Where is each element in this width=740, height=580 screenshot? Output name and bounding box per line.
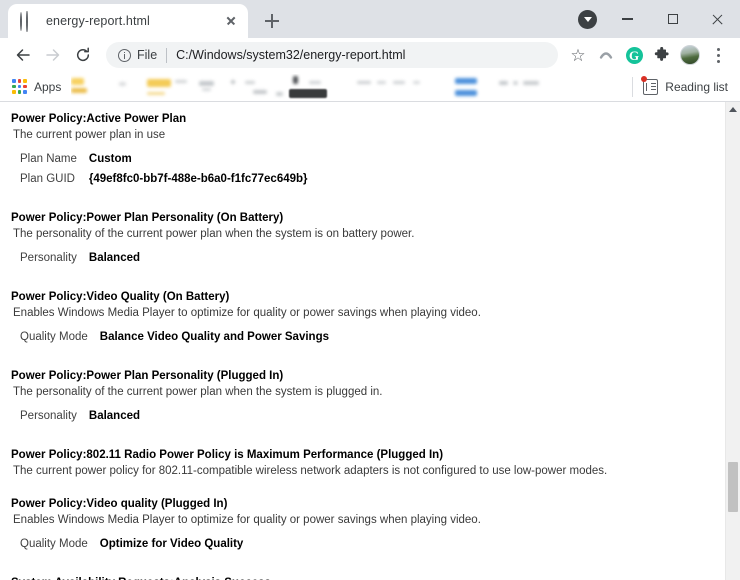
info-icon[interactable] <box>118 48 131 62</box>
minimize-button[interactable] <box>605 0 650 38</box>
address-bar[interactable]: File C:/Windows/system32/energy-report.h… <box>106 42 558 68</box>
table-row: Personality Balanced <box>0 248 140 268</box>
profile-avatar[interactable] <box>676 41 704 69</box>
caret-icon[interactable] <box>592 41 620 69</box>
close-window-button[interactable] <box>695 0 740 38</box>
row-key: Plan GUID <box>20 173 75 185</box>
section-title: Power Policy:Video quality (Plugged In) <box>11 498 228 510</box>
notification-dot <box>641 76 648 82</box>
grammarly-icon[interactable]: G <box>620 41 648 69</box>
blurred-bookmark-items[interactable] <box>71 74 628 100</box>
reload-button[interactable] <box>68 40 98 70</box>
row-value: Custom <box>88 153 132 165</box>
report-section: Power Policy:Power Plan Personality (Plu… <box>0 369 725 426</box>
forward-arrow-icon <box>46 49 60 61</box>
back-button[interactable] <box>8 40 38 70</box>
row-key: Quality Mode <box>20 331 88 343</box>
section-table: Quality Mode Optimize for Video Quality <box>0 534 243 554</box>
section-description: The personality of the current power pla… <box>13 228 415 240</box>
reading-list-icon <box>641 76 659 95</box>
maximize-icon <box>667 14 678 24</box>
url-text: C:/Windows/system32/energy-report.html <box>176 48 406 62</box>
section-title: Power Policy:Video Quality (On Battery) <box>11 291 230 303</box>
table-row: Personality Balanced <box>0 406 140 426</box>
close-icon <box>711 13 724 26</box>
tab-title: energy-report.html <box>46 14 150 28</box>
row-value: Balance Video Quality and Power Savings <box>99 331 329 343</box>
report-section: Power Policy:Active Power Plan The curre… <box>0 112 725 189</box>
report-section: Power Policy:Video Quality (On Battery) … <box>0 290 725 347</box>
back-arrow-icon <box>16 49 30 61</box>
window-controls <box>605 0 740 38</box>
row-key: Personality <box>20 410 77 422</box>
section-title: System Availability Requests:Analysis Su… <box>0 576 725 580</box>
vertical-scrollbar[interactable] <box>725 102 740 580</box>
report-section: Power Policy:802.11 Radio Power Policy i… <box>0 448 725 479</box>
report-section: Power Policy:Power Plan Personality (On … <box>0 211 725 268</box>
row-value: Balanced <box>88 252 141 264</box>
scrollbar-thumb[interactable] <box>728 462 738 512</box>
report-section: System Availability Requests:Analysis Su… <box>0 576 725 580</box>
browser-window: energy-report.html File C:/Windows/syste… <box>0 0 740 580</box>
row-key: Plan Name <box>20 153 77 165</box>
section-table: Personality Balanced <box>0 406 140 426</box>
maximize-button[interactable] <box>650 0 695 38</box>
scroll-up-button[interactable] <box>726 102 740 116</box>
report-section: Power Policy:Video quality (Plugged In) … <box>0 497 725 554</box>
row-key: Personality <box>20 252 77 264</box>
bookmark-item-apps[interactable]: Apps <box>8 76 67 97</box>
section-description: Enables Windows Media Player to optimize… <box>13 514 481 526</box>
section-description: The current power policy for 802.11-comp… <box>13 465 608 477</box>
row-value: Balanced <box>88 410 141 422</box>
minimize-icon <box>622 18 633 20</box>
apps-label: Apps <box>34 79 62 94</box>
reload-icon <box>76 47 90 62</box>
new-tab-button[interactable] <box>258 7 286 35</box>
table-row: Quality Mode Balance Video Quality and P… <box>0 327 329 347</box>
section-table: Personality Balanced <box>0 248 140 268</box>
page-viewport: Power Policy:Active Power Plan The curre… <box>0 102 740 580</box>
globe-icon <box>20 12 36 31</box>
forward-button[interactable] <box>38 40 68 70</box>
section-title: Power Policy:Active Power Plan <box>11 113 187 125</box>
apps-grid-icon <box>12 79 27 94</box>
table-row: Plan GUID {49ef8fc0-bb7f-488e-b6a0-f1fc7… <box>0 169 308 189</box>
chrome-menu-icon[interactable] <box>704 41 732 69</box>
bookmarks-bar: Apps Reading list <box>0 72 740 102</box>
reading-list-label: Reading list <box>665 79 728 94</box>
section-table: Quality Mode Balance Video Quality and P… <box>0 327 329 347</box>
browser-tab[interactable]: energy-report.html <box>8 4 248 38</box>
energy-report-document: Power Policy:Active Power Plan The curre… <box>0 102 725 580</box>
chevron-up-icon <box>729 106 737 112</box>
browser-toolbar: File C:/Windows/system32/energy-report.h… <box>0 38 740 72</box>
section-title: Power Policy:Power Plan Personality (On … <box>11 212 284 224</box>
bookmark-star-icon[interactable]: ☆ <box>564 41 592 69</box>
table-row: Quality Mode Optimize for Video Quality <box>0 534 243 554</box>
omnibox-divider <box>166 47 168 63</box>
section-description: The current power plan in use <box>13 129 166 141</box>
url-scheme-label: File <box>137 48 158 62</box>
row-key: Quality Mode <box>20 538 88 550</box>
row-value: {49ef8fc0-bb7f-488e-b6a0-f1fc77ec649b} <box>88 173 308 185</box>
section-description: The personality of the current power pla… <box>13 386 383 398</box>
section-title: Power Policy:Power Plan Personality (Plu… <box>11 370 284 382</box>
table-row: Plan Name Custom <box>0 149 308 169</box>
reading-list-button[interactable]: Reading list <box>632 76 732 97</box>
row-value: Optimize for Video Quality <box>99 538 244 550</box>
tab-strip: energy-report.html <box>0 0 740 38</box>
download-badge-icon[interactable] <box>578 10 597 29</box>
close-tab-icon[interactable] <box>222 12 240 30</box>
section-description: Enables Windows Media Player to optimize… <box>13 307 481 319</box>
section-table: Plan Name Custom Plan GUID {49ef8fc0-bb7… <box>0 149 308 189</box>
section-title: Power Policy:802.11 Radio Power Policy i… <box>11 449 444 461</box>
extensions-puzzle-icon[interactable] <box>648 41 676 69</box>
